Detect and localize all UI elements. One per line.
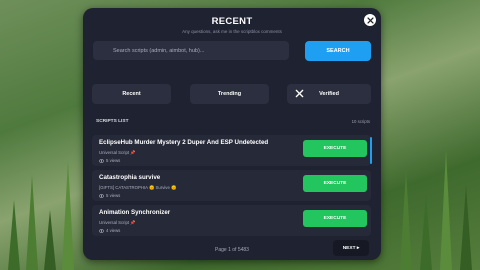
page-title: RECENT [211,16,253,27]
grass-blade [400,170,412,270]
eye-icon [99,228,104,233]
grass-blade [62,160,74,270]
script-name: EclipseHub Murder Mystery 2 Duper And ES… [99,139,269,146]
filter-recent-button[interactable]: Recent [92,84,171,104]
close-button[interactable] [363,13,377,27]
grass-blade [440,150,452,270]
script-views-label: 5 views [106,158,121,163]
script-hub-panel: RECENT Any questions, ask me in the scri… [83,8,381,260]
next-page-button[interactable]: NEXT ▸ [333,240,369,256]
script-game: [GIFTS] CATASTROPHIA 🌞 Survive 🌞 [99,185,177,190]
page-subtitle: Any questions, ask me in the scriptblox … [182,29,282,34]
script-views-label: 4 views [106,228,121,233]
script-card[interactable]: EclipseHub Murder Mystery 2 Duper And ES… [92,135,372,166]
filter-verified-button[interactable]: Verified [287,84,371,104]
filter-verified-label: Verified [319,91,339,97]
filter-trending-button[interactable]: Trending [190,84,269,104]
script-game: Universal Script 📌 [99,150,136,155]
eye-icon [99,193,104,198]
script-name: Animation Synchronizer [99,209,171,216]
search-button[interactable]: SEARCH [305,41,371,61]
script-name: Catastrophia survive [99,174,161,181]
execute-button[interactable]: EXECUTE [303,210,367,227]
script-views: 4 views [99,228,120,233]
script-card[interactable]: Animation Synchronizer Universal Script … [92,205,371,236]
grass-blade [8,200,20,270]
eye-icon [99,158,104,163]
search-field[interactable] [93,41,289,60]
script-views: 5 views [99,158,120,163]
grass-blade [44,210,56,270]
scripts-count: 10 scripts [351,119,370,124]
grass-blade [26,175,38,270]
search-input[interactable] [113,47,289,54]
close-icon [366,16,374,24]
script-card[interactable]: Catastrophia survive [GIFTS] CATASTROPHI… [92,170,371,201]
close-icon [295,89,304,98]
execute-button[interactable]: EXECUTE [303,140,367,157]
execute-button[interactable]: EXECUTE [303,175,367,192]
grass-blade [460,185,472,270]
script-views: 5 views [99,193,120,198]
scrollbar[interactable] [370,137,372,164]
script-views-label: 5 views [106,193,121,198]
script-game: Universal Script 📌 [99,220,136,225]
grass-blade [420,195,432,270]
scripts-list-title: SCRIPTS LIST [96,119,129,124]
